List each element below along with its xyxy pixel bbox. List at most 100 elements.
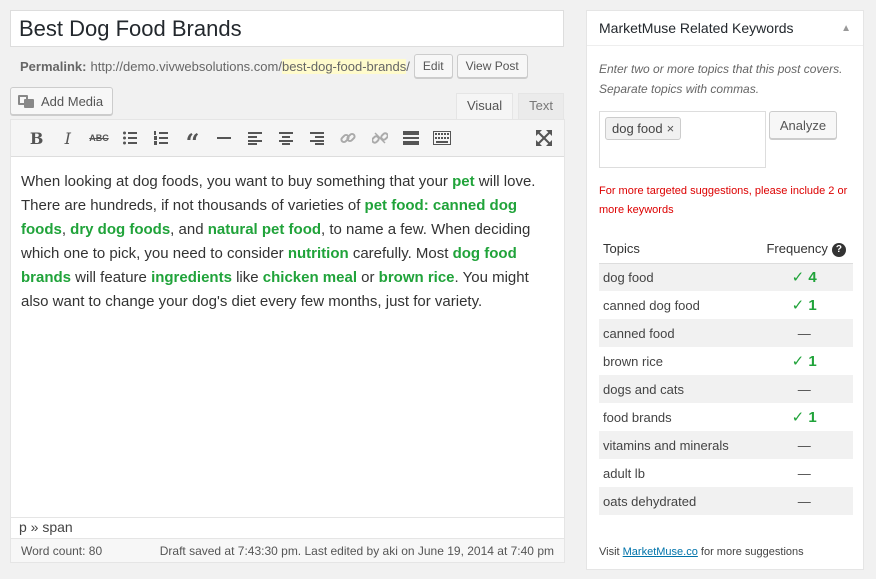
permalink-row: Permalink: http://demo.vivwebsolutions.c… <box>20 54 528 78</box>
bold-icon: B <box>29 128 44 148</box>
frequency-column-header: Frequency? <box>755 235 853 264</box>
collapse-arrow-icon[interactable]: ▲ <box>841 23 851 34</box>
tab-text[interactable]: Text <box>518 93 564 119</box>
fullscreen-button[interactable] <box>529 124 560 152</box>
read-more-icon <box>402 131 419 145</box>
word-count: Word count: 80 <box>21 543 103 558</box>
hr-icon <box>216 137 231 139</box>
topic-row: canned food — <box>599 319 853 347</box>
edit-permalink-button[interactable]: Edit <box>413 54 453 78</box>
topic-frequency: — <box>755 431 853 459</box>
post-editor: B I ABC “ When looking at dog foods, you… <box>10 119 565 563</box>
toolbar-toggle-button[interactable] <box>426 124 457 152</box>
analyze-button[interactable]: Analyze <box>769 111 837 139</box>
read-more-button[interactable] <box>395 124 426 152</box>
dash-icon: — <box>797 381 811 397</box>
topic-frequency: — <box>755 319 853 347</box>
remove-link-button[interactable] <box>364 124 395 152</box>
keyword-highlight: chicken meal <box>262 269 357 286</box>
add-media-label: Add Media <box>41 93 104 109</box>
topic-frequency: ✓ 1 <box>755 291 853 319</box>
topic-name: oats dehydrated <box>599 487 756 515</box>
keyword-highlight: nutrition <box>287 245 349 262</box>
unlink-icon <box>371 132 388 144</box>
link-icon <box>340 132 357 144</box>
topic-frequency: ✓ 4 <box>755 263 853 291</box>
topic-row: dogs and cats — <box>599 375 853 403</box>
tab-visual[interactable]: Visual <box>455 93 514 119</box>
topics-input[interactable]: dog food × <box>599 111 766 168</box>
keyword-highlight: natural pet food <box>207 221 322 238</box>
dash-icon: — <box>797 325 811 341</box>
permalink-trail: / <box>406 58 410 74</box>
content-text: , <box>61 221 71 238</box>
media-icon <box>17 93 35 109</box>
topic-frequency: — <box>755 459 853 487</box>
keyword-highlight: : <box>423 197 433 214</box>
topic-row: dog food ✓ 4 <box>599 263 853 291</box>
element-path: p » span <box>11 517 564 538</box>
topics-column-header: Topics <box>599 235 756 264</box>
keyword-highlight: ingredients <box>151 269 232 286</box>
dash-icon: — <box>797 493 811 509</box>
content-text: , and <box>170 221 208 238</box>
blockquote-button[interactable]: “ <box>177 124 208 157</box>
marketmuse-instructions: Enter two or more topics that this post … <box>599 62 843 96</box>
add-media-button[interactable]: Add Media <box>10 87 113 115</box>
permalink-base: http://demo.vivwebsolutions.com/ <box>90 58 282 74</box>
align-left-button[interactable] <box>239 124 270 152</box>
content-text: carefully. Most <box>348 245 453 262</box>
marketmuse-panel: MarketMuse Related Keywords ▲ Enter two … <box>586 10 864 570</box>
editor-toolbar: B I ABC “ <box>11 120 564 157</box>
topic-row: adult lb — <box>599 459 853 487</box>
content-text: will feature <box>71 269 152 286</box>
fullscreen-icon <box>536 130 553 146</box>
align-left-icon <box>247 131 262 145</box>
quote-icon: “ <box>185 128 200 157</box>
align-center-button[interactable] <box>271 124 302 152</box>
frequency-count: 4 <box>808 269 817 287</box>
keyword-highlight: brown rice <box>378 269 455 286</box>
keyword-highlight: dry dog foods <box>70 221 171 238</box>
bold-button[interactable]: B <box>21 124 52 152</box>
horizontal-rule-button[interactable] <box>208 124 239 152</box>
bullet-list-icon <box>123 131 138 145</box>
help-icon[interactable]: ? <box>831 242 846 257</box>
topic-row: brown rice ✓ 1 <box>599 347 853 375</box>
content-text: like <box>231 269 263 286</box>
italic-icon: I <box>64 128 71 148</box>
strikethrough-button[interactable]: ABC <box>83 124 114 152</box>
checkmark-icon: ✓ <box>791 409 809 426</box>
topic-row: food brands ✓ 1 <box>599 403 853 431</box>
topic-row: canned dog food ✓ 1 <box>599 291 853 319</box>
numbered-list-button[interactable] <box>146 124 177 152</box>
keyword-warning: For more targeted suggestions, please in… <box>599 185 848 216</box>
permalink-slug[interactable]: best-dog-food-brands <box>281 58 407 74</box>
topic-frequency: — <box>755 487 853 515</box>
bullet-list-button[interactable] <box>115 124 146 152</box>
post-title-input[interactable]: Best Dog Food Brands <box>10 10 564 47</box>
view-post-button[interactable]: View Post <box>456 54 528 78</box>
permalink-label: Permalink: <box>20 58 87 74</box>
editor-status-bar: Word count: 80 Draft saved at 7:43:30 pm… <box>11 538 564 562</box>
align-right-button[interactable] <box>302 124 333 152</box>
remove-tag-icon[interactable]: × <box>667 121 675 136</box>
numbered-list-icon <box>154 131 169 145</box>
insert-link-button[interactable] <box>333 124 364 152</box>
frequency-count: 1 <box>808 297 817 314</box>
post-content[interactable]: When looking at dog foods, you want to b… <box>11 157 564 517</box>
content-text: When looking at dog foods, you want to b… <box>21 173 453 190</box>
topic-name: brown rice <box>603 353 663 369</box>
marketmuse-link[interactable]: MarketMuse.co <box>623 546 698 558</box>
italic-button[interactable]: I <box>52 124 83 152</box>
topic-frequency: ✓ 1 <box>755 403 853 431</box>
dash-icon: — <box>797 465 811 481</box>
marketmuse-header[interactable]: MarketMuse Related Keywords ▲ <box>587 11 863 46</box>
frequency-count: 1 <box>808 409 817 426</box>
topic-name: dogs and cats <box>599 375 756 403</box>
topic-frequency: — <box>755 375 853 403</box>
topic-row: oats dehydrated — <box>599 487 853 515</box>
keyboard-icon <box>433 131 452 145</box>
align-center-icon <box>279 131 294 145</box>
topic-row: vitamins and minerals — <box>599 431 853 459</box>
